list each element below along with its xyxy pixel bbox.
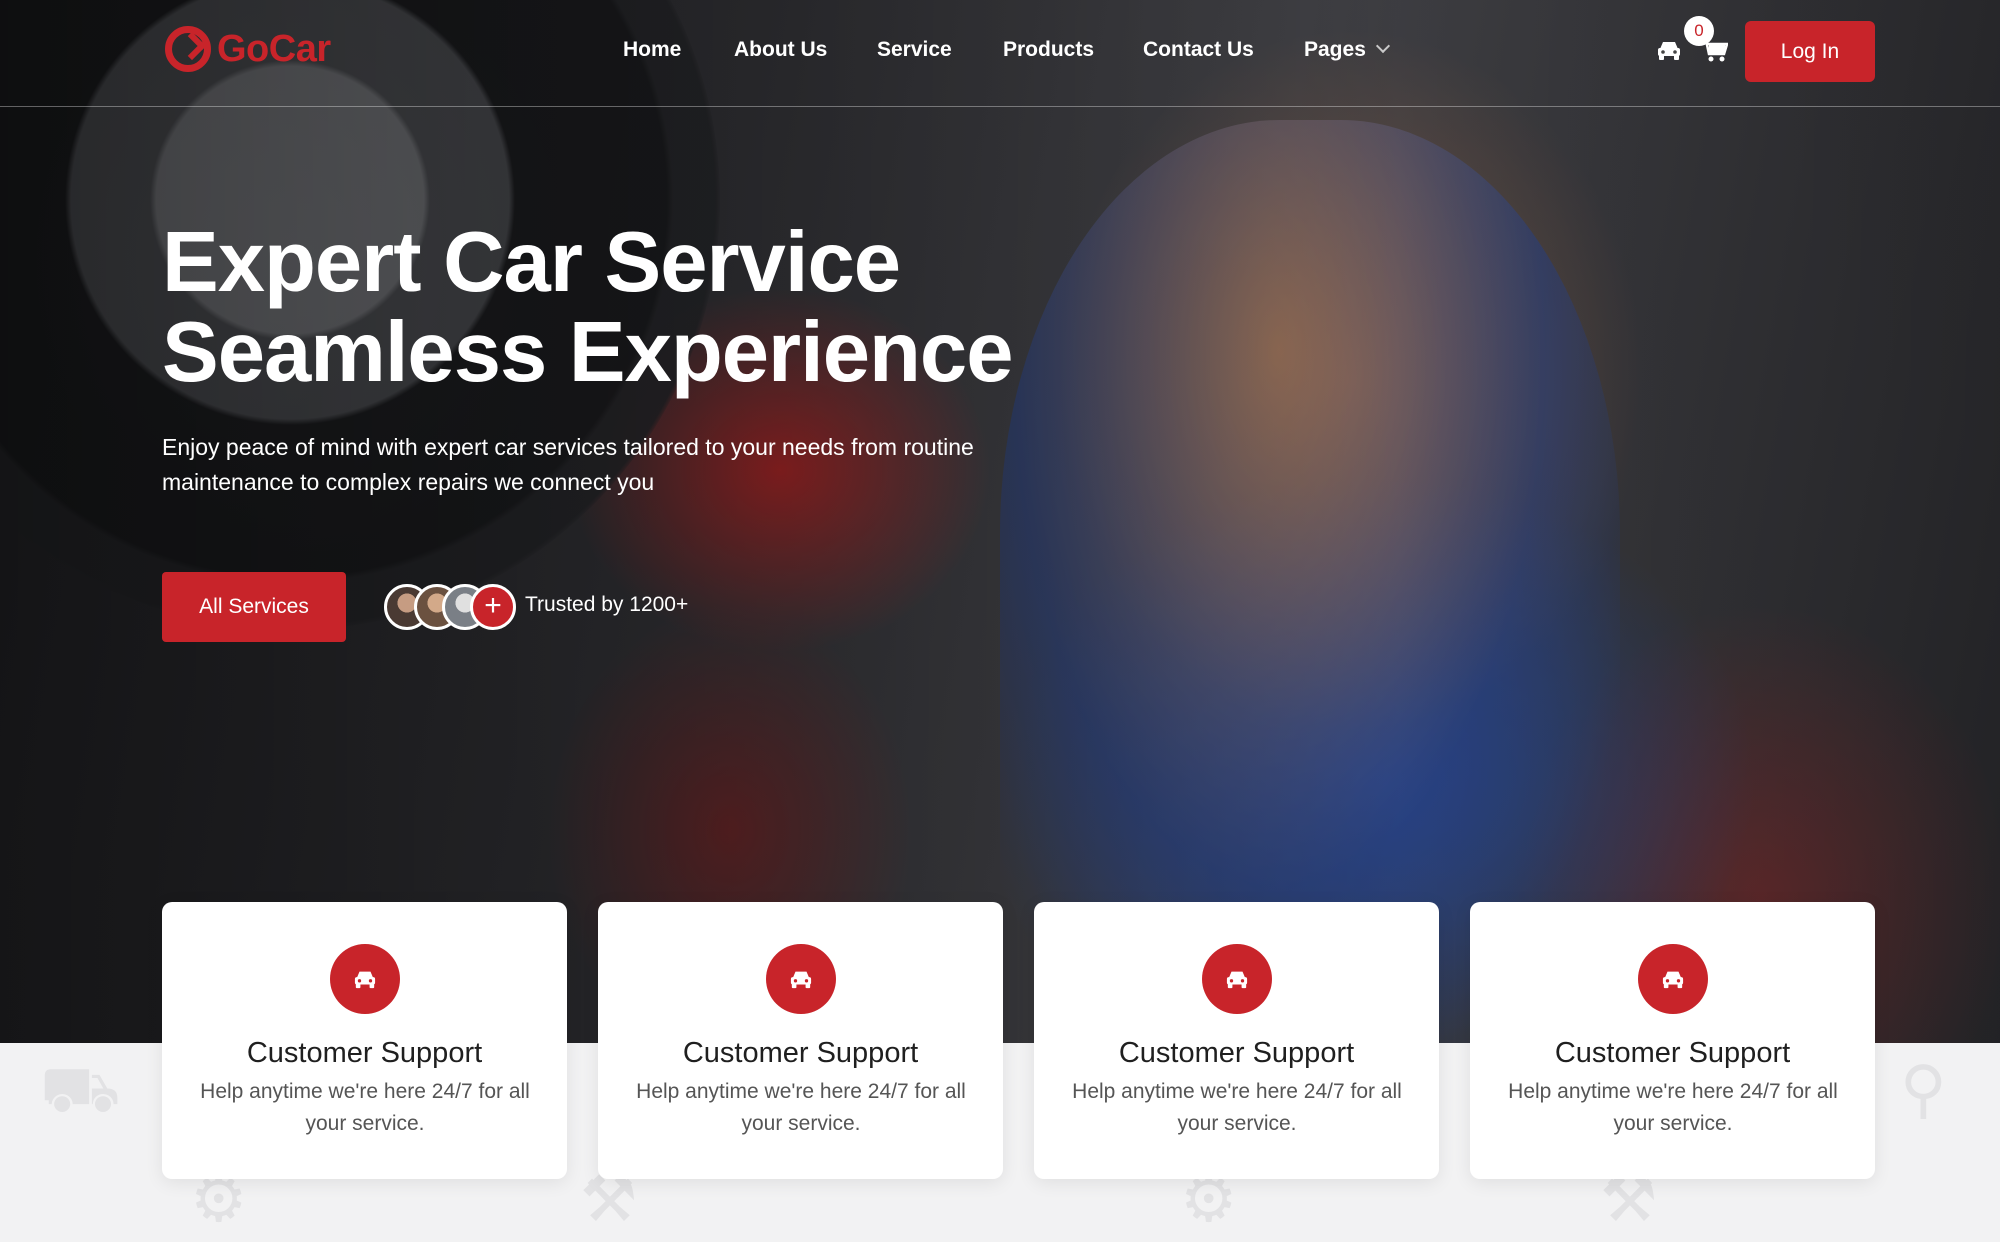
hero-title-line-2: Seamless Experience xyxy=(162,305,1013,400)
logo[interactable]: GoCar xyxy=(165,26,331,72)
hero-title: Expert Car Service Seamless Experience xyxy=(162,215,1013,400)
feature-title: Customer Support xyxy=(682,1037,919,1069)
hero-background-image xyxy=(0,0,2000,1043)
cart-count-badge: 0 xyxy=(1684,16,1714,46)
feature-card: Customer Support Help anytime we're here… xyxy=(1034,902,1439,1179)
nav-link-products[interactable]: Products xyxy=(1003,38,1094,62)
feature-card: Customer Support Help anytime we're here… xyxy=(1470,902,1875,1179)
feature-card: Customer Support Help anytime we're here… xyxy=(162,902,567,1179)
car-icon xyxy=(330,944,400,1014)
spark-plug-icon: ⚲ xyxy=(1900,1053,1947,1127)
feature-description: Help anytime we're here 24/7 for all you… xyxy=(636,1080,966,1135)
logo-icon xyxy=(165,26,211,72)
hero-description: Enjoy peace of mind with expert car serv… xyxy=(162,434,974,495)
logo-text: GoCar xyxy=(217,27,331,70)
feature-card: Customer Support Help anytime we're here… xyxy=(598,902,1003,1179)
feature-title: Customer Support xyxy=(1118,1037,1355,1069)
nav-link-about-us[interactable]: About Us xyxy=(734,38,827,62)
chevron-down-icon xyxy=(1375,38,1390,54)
car-icon xyxy=(766,944,836,1014)
nav-dropdown-pages[interactable]: Pages xyxy=(1304,38,1390,62)
site-header: GoCar Home About Us Service Products Con… xyxy=(0,0,2000,107)
car-icon: ⛟ xyxy=(40,1053,121,1127)
nav-pages-label: Pages xyxy=(1304,38,1366,61)
feature-title: Customer Support xyxy=(1554,1037,1791,1069)
nav-link-contact-us[interactable]: Contact Us xyxy=(1143,38,1254,62)
trusted-by-text: Trusted by 1200+ xyxy=(525,593,689,616)
plus-icon: + xyxy=(470,584,516,630)
login-button[interactable]: Log In xyxy=(1745,21,1875,82)
car-icon xyxy=(1638,944,1708,1014)
feature-description: Help anytime we're here 24/7 for all you… xyxy=(1508,1080,1838,1135)
car-icon[interactable] xyxy=(1656,38,1682,62)
feature-description: Help anytime we're here 24/7 for all you… xyxy=(1072,1080,1402,1135)
all-services-button[interactable]: All Services xyxy=(162,572,346,642)
customer-avatars: + xyxy=(384,584,516,630)
car-icon xyxy=(1202,944,1272,1014)
hero-title-line-1: Expert Car Service xyxy=(162,215,901,310)
nav-link-service[interactable]: Service xyxy=(877,38,952,62)
feature-title: Customer Support xyxy=(246,1037,483,1069)
feature-description: Help anytime we're here 24/7 for all you… xyxy=(200,1080,530,1135)
nav-link-home[interactable]: Home xyxy=(623,38,681,62)
